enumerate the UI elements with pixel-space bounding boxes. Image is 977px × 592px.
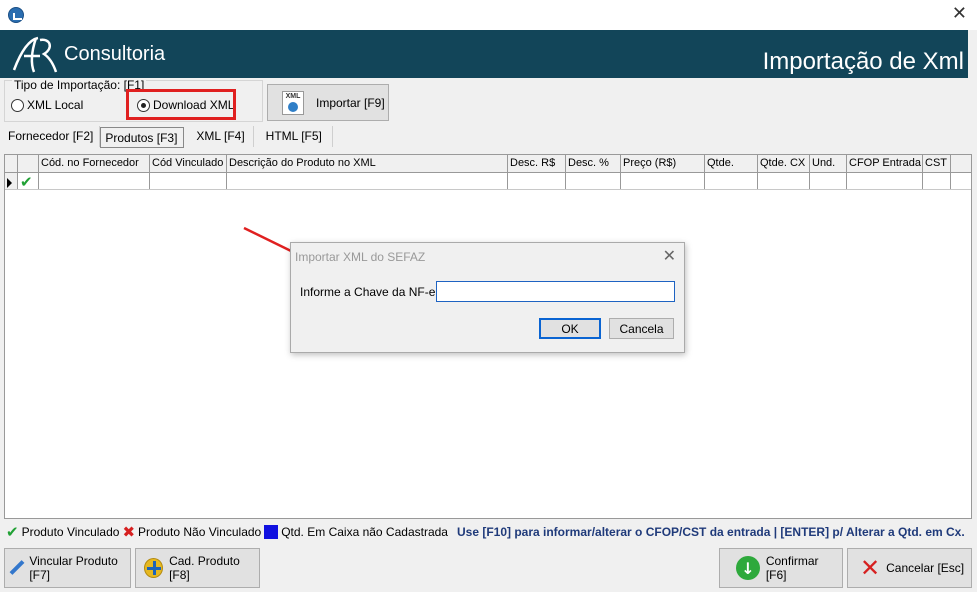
legend-label: Produto Vinculado <box>21 525 120 539</box>
import-button[interactable]: XML Importar [F9] <box>267 84 389 121</box>
radio-xml-local[interactable]: XML Local <box>11 98 83 112</box>
grid-header: Cód. no Fornecedor Cód Vinculado Descriç… <box>5 155 971 173</box>
table-cell[interactable] <box>810 173 847 189</box>
grid-indicator-header <box>5 155 18 172</box>
title-bar: ✕ <box>0 0 977 30</box>
window-close-button[interactable]: ✕ <box>952 4 967 24</box>
table-cell[interactable] <box>227 173 508 189</box>
button-label: Cancelar [Esc] <box>886 561 965 575</box>
table-cell[interactable] <box>150 173 227 189</box>
tab-bar: Fornecedor [F2] Produtos [F3] XML [F4] H… <box>4 126 333 148</box>
check-icon: ✔ <box>6 523 19 541</box>
grid-status-header <box>18 155 39 172</box>
vincular-produto-button[interactable]: Vincular Produto [F7] <box>4 548 131 588</box>
table-cell[interactable] <box>923 173 951 189</box>
table-cell[interactable] <box>566 173 621 189</box>
column-header[interactable]: Desc. % <box>566 155 621 172</box>
cancelar-button[interactable]: ✕ Cancelar [Esc] <box>847 548 972 588</box>
dialog-close-button[interactable]: ✕ <box>663 246 676 265</box>
column-header[interactable]: Cód. no Fornecedor <box>39 155 150 172</box>
legend-caixa: Qtd. Em Caixa não Cadastrada <box>264 525 448 539</box>
dialog-title: Importar XML do SEFAZ <box>295 250 426 264</box>
radio-label: XML Local <box>27 98 84 112</box>
table-cell[interactable] <box>847 173 923 189</box>
header-banner: Consultoria Importação de Xml <box>0 30 968 78</box>
column-header[interactable]: Qtde. CX <box>758 155 810 172</box>
legend-vinculado: ✔ Produto Vinculado <box>6 523 120 541</box>
table-cell[interactable] <box>39 173 150 189</box>
table-row[interactable]: ✔ <box>5 173 971 190</box>
row-pointer-icon <box>7 178 12 188</box>
xml-file-icon: XML <box>282 90 304 115</box>
cancel-x-icon: ✕ <box>860 554 881 582</box>
button-label: Vincular Produto [F7] <box>29 554 118 582</box>
import-xml-dialog: Importar XML do SEFAZ ✕ Informe a Chave … <box>290 242 685 353</box>
column-header[interactable]: Qtde. <box>705 155 758 172</box>
blue-square-icon <box>264 525 279 539</box>
nfe-key-input[interactable] <box>436 281 675 302</box>
table-cell[interactable] <box>705 173 758 189</box>
tab-xml[interactable]: XML [F4] <box>184 126 254 147</box>
ok-button[interactable]: OK <box>539 318 601 339</box>
tab-produtos[interactable]: Produtos [F3] <box>100 127 185 148</box>
tab-fornecedor[interactable]: Fornecedor [F2] <box>4 126 101 147</box>
row-indicator <box>5 173 18 189</box>
table-cell[interactable] <box>621 173 705 189</box>
column-header[interactable]: Cód Vinculado <box>150 155 227 172</box>
company-logo <box>12 36 58 73</box>
nfe-key-label: Informe a Chave da NF-e: <box>300 285 439 299</box>
keyboard-hint: Use [F10] para informar/alterar o CFOP/C… <box>456 525 965 539</box>
brand-name: Consultoria <box>64 43 166 65</box>
tab-html[interactable]: HTML [F5] <box>254 126 333 147</box>
pencil-icon <box>9 560 23 576</box>
confirmar-button[interactable]: ↓ Confirmar [F6] <box>719 548 843 588</box>
column-header[interactable]: Preço (R$) <box>621 155 705 172</box>
row-status-cell: ✔ <box>18 173 39 189</box>
column-header[interactable]: CST <box>923 155 951 172</box>
radio-circle-icon <box>11 98 24 112</box>
column-header[interactable]: CFOP Entrada <box>847 155 923 172</box>
column-header[interactable]: Desc. R$ <box>508 155 566 172</box>
table-cell[interactable] <box>758 173 810 189</box>
cancel-button[interactable]: Cancela <box>609 318 674 339</box>
confirm-arrow-icon: ↓ <box>736 556 760 580</box>
annotation-highlight-box <box>126 89 236 120</box>
legend-nao-vinculado: ✖ Produto Não Vinculado <box>122 523 262 541</box>
x-icon: ✖ <box>122 523 136 541</box>
cad-produto-button[interactable]: Cad. Produto [F8] <box>135 548 260 588</box>
column-header[interactable]: Descrição do Produto no XML <box>227 155 508 172</box>
import-button-label: Importar [F9] <box>316 95 385 110</box>
legend-label: Produto Não Vinculado <box>138 525 262 539</box>
table-cell[interactable] <box>508 173 566 189</box>
column-header[interactable]: Und. <box>810 155 847 172</box>
page-title: Importação de Xml <box>762 48 964 75</box>
check-icon: ✔ <box>20 173 33 190</box>
legend-label: Qtd. Em Caixa não Cadastrada <box>281 525 448 539</box>
add-product-icon <box>144 558 164 578</box>
legend-bar: ✔ Produto Vinculado ✖ Produto Não Vincul… <box>6 522 972 542</box>
button-label: Cad. Produto [F8] <box>169 554 240 582</box>
button-label: Confirmar [F6] <box>765 554 819 582</box>
app-icon <box>8 7 24 23</box>
